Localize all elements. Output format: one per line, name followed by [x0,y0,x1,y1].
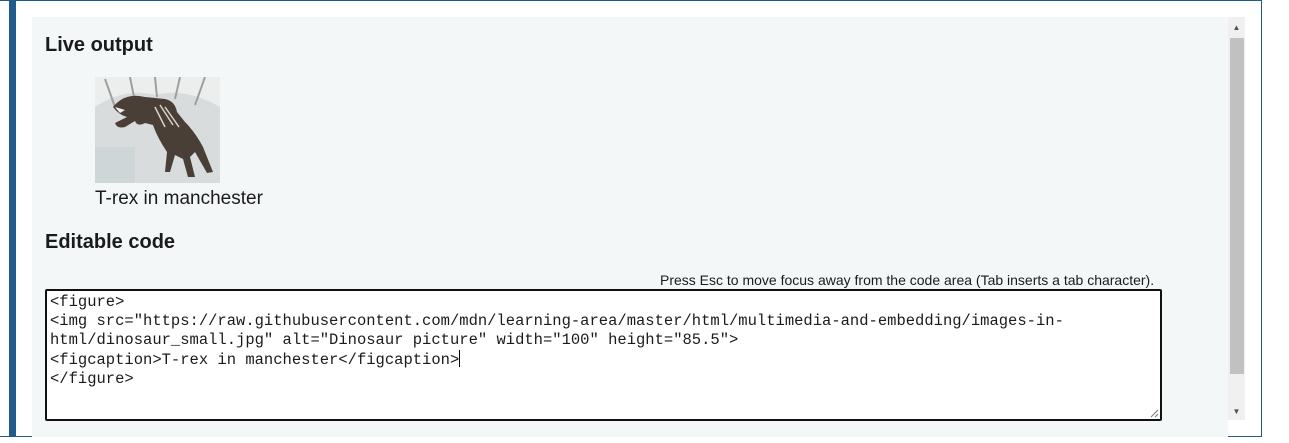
code-editor-textarea[interactable]: <figure> <img src="https://raw.githubuse… [45,289,1162,421]
dinosaur-image [95,77,220,183]
code-line: <img src="https://raw.githubusercontent.… [50,312,1064,330]
code-line: <figure> [50,293,125,311]
code-line: html/dinosaur_small.jpg" alt="Dinosaur p… [50,331,739,349]
text-caret [459,350,461,367]
keyboard-hint: Press Esc to move focus away from the co… [660,272,1155,288]
scroll-down-arrow-icon[interactable]: ▼ [1228,403,1245,420]
editable-code-heading: Editable code [45,231,176,253]
code-line: </figure> [50,370,134,388]
code-line: <figcaption>T-rex in manchester</figcapt… [50,351,460,369]
accent-bar [9,0,16,437]
dinosaur-picture-icon [95,77,220,183]
scrollbar-thumb[interactable] [1230,38,1244,374]
vertical-scrollbar[interactable]: ▲ ▼ [1228,17,1245,420]
figure-caption: T-rex in manchester [95,188,263,209]
resize-handle-icon[interactable] [1149,408,1159,418]
live-output-heading: Live output [45,34,153,56]
scroll-up-arrow-icon[interactable]: ▲ [1228,19,1245,36]
